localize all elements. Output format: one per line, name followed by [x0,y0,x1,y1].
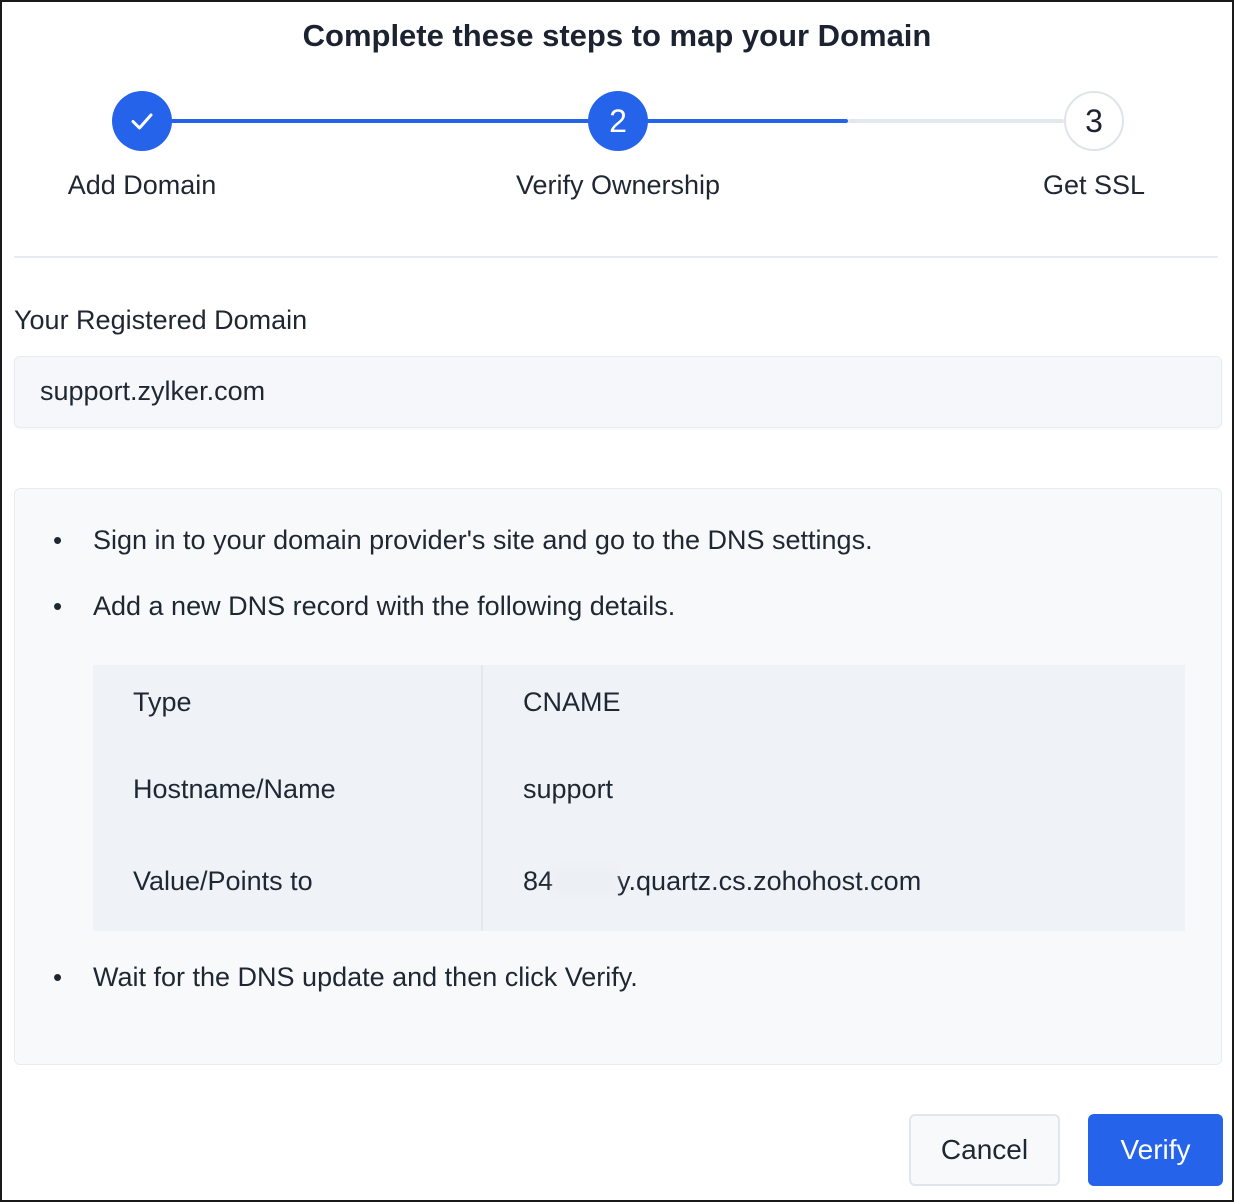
dns-type-key: Type [133,687,192,717]
registered-domain-value: support.zylker.com [40,376,266,406]
dialog-title: Complete these steps to map your Domain [302,18,932,53]
instruction-step-2: Add a new DNS record with the following … [93,591,676,621]
registered-domain-field: support.zylker.com [14,356,1222,428]
dns-points-to-suffix: y.quartz.cs.zohohost.com [617,866,922,896]
step-2-indicator: 2 [588,91,648,151]
registered-domain-label: Your Registered Domain [14,305,308,335]
bullet-marker: • [53,591,63,621]
progress-track-completed [170,119,848,123]
map-domain-dialog: Complete these steps to map your Domain … [0,0,1234,1202]
dns-table-column-divider [481,665,483,931]
step-3-indicator: 3 [1064,91,1124,151]
dns-points-to-key: Value/Points to [133,866,313,896]
check-icon [131,113,153,130]
bullet-marker: • [53,525,63,555]
step-1-label: Add Domain [67,170,217,200]
instruction-step-1: Sign in to your domain provider's site a… [93,525,873,555]
step-1-indicator [112,91,172,151]
redacted-blur [553,868,618,894]
dns-points-to-prefix: 84 [523,866,554,896]
dns-record-table: Type CNAME Hostname/Name support Value/P… [93,665,1185,931]
dns-hostname-value: support [523,774,614,804]
instructions-panel: • Sign in to your domain provider's site… [14,488,1222,1065]
dns-hostname-key: Hostname/Name [133,774,336,804]
cancel-button[interactable]: Cancel [909,1114,1060,1186]
step-2-label: Verify Ownership [515,170,721,200]
progress-track-remaining [848,119,1064,123]
step-3-label: Get SSL [1042,170,1146,200]
section-divider [14,256,1218,258]
verify-button[interactable]: Verify [1088,1114,1223,1186]
dns-points-to-value: 84 y.quartz.cs.zohohost.com [523,866,921,897]
instruction-step-3: Wait for the DNS update and then click V… [93,962,638,992]
dns-type-value: CNAME [523,687,621,717]
bullet-marker: • [53,962,63,992]
